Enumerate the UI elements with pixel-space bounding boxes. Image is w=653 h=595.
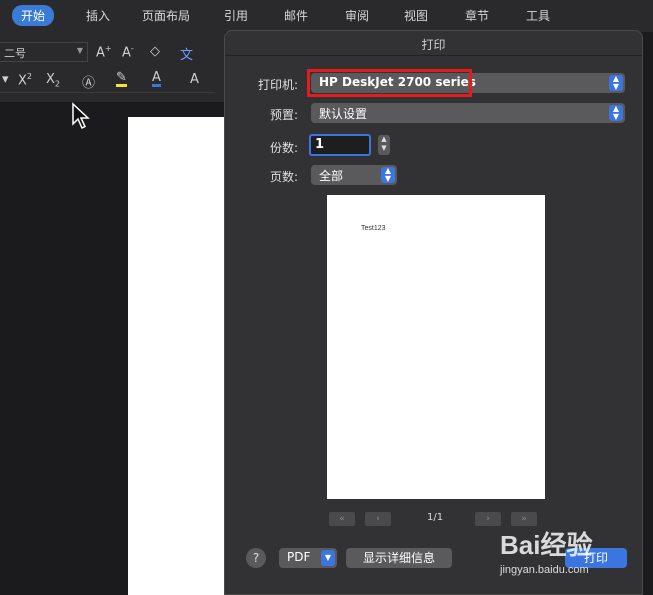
menu-item-page-layout[interactable]: 页面布局 [142,7,190,24]
print-preview: Test123 [327,195,545,499]
menu-item-sections[interactable]: 章节 [465,7,489,24]
menu-item-view[interactable]: 视图 [404,7,428,24]
baidu-watermark: Bai经验 jingyan.baidu.com [500,525,650,595]
menu-item-references[interactable]: 引用 [224,7,248,24]
first-page-button[interactable]: « [329,512,355,526]
copies-label: 份数: [269,141,298,155]
dialog-title: 打印 [421,38,446,52]
last-page-button[interactable]: » [511,512,537,526]
dialog-title-divider [225,55,642,56]
preset-label: 预置: [269,108,298,122]
menu-item-review[interactable]: 审阅 [345,7,369,24]
font-size-select[interactable]: 二号 ▼ [0,42,88,62]
printer-label: 打印机: [257,78,298,92]
font-shrink-icon[interactable]: A- [122,44,134,60]
superscript-icon[interactable]: X2 [18,72,32,88]
pages-value: 全部 [319,169,344,183]
menu-item-mail[interactable]: 邮件 [284,7,308,24]
menu-item-start[interactable]: 开始 [12,5,55,26]
preview-text: Test123 [361,225,386,232]
pages-select[interactable]: 全部 ▲ ▼ [311,165,397,185]
clear-format-icon[interactable]: ◇ [150,44,160,59]
show-details-button[interactable]: 显示详细信息 [346,548,452,568]
copies-stepper[interactable]: ▲ ▼ [378,135,390,155]
up-down-chevron-icon: ▲ ▼ [609,75,623,91]
help-button[interactable]: ? [246,548,266,568]
subscript-icon[interactable]: X2 [46,72,60,89]
next-page-button[interactable]: › [475,512,501,526]
mouse-cursor-icon [72,102,90,130]
preset-value: 默认设置 [319,107,368,121]
pdf-menu-button[interactable]: PDF ▼ [279,548,337,568]
watermark-url: jingyan.baidu.com [500,564,589,576]
printer-highlight-box [307,69,472,97]
prev-page-button[interactable]: ‹ [365,512,391,526]
dropdown-arrow-icon[interactable]: ▾ [2,72,9,87]
font-grow-icon[interactable]: A+ [96,44,112,60]
formatting-toolbar: 二号 ▼ A+ A- ◇ 文 ▾ X2 X2 Ⓐ ✎ A A [0,32,225,102]
font-color-icon[interactable]: A [152,71,161,87]
highlight-icon[interactable]: ✎ [116,71,127,87]
pinyin-icon[interactable]: 文 [180,44,193,63]
ribbon-menubar: 开始 插入 页面布局 引用 邮件 审阅 视图 章节 工具 [0,0,653,32]
pdf-label: PDF [287,550,311,564]
menu-item-insert[interactable]: 插入 [86,7,110,24]
up-down-chevron-icon: ▲ ▼ [381,167,395,183]
chevron-down-icon: ▼ [76,46,83,55]
up-down-chevron-icon: ▲ ▼ [609,105,623,121]
print-dialog: 打印 打印机: HP DeskJet 2700 series ▲ ▼ 预置: 默认… [224,30,643,595]
char-border-icon[interactable]: A [190,72,199,87]
watermark-logo: Bai经验 [500,530,593,560]
toolbar-divider [0,92,215,93]
document-page[interactable] [128,117,228,595]
font-size-value: 二号 [4,47,26,60]
chevron-down-icon: ▼ [321,550,335,566]
copies-input[interactable]: 1 [309,134,371,156]
page-indicator: 1/1 [427,512,444,523]
pages-label: 页数: [269,170,298,184]
menu-item-tools[interactable]: 工具 [526,7,550,24]
preset-select[interactable]: 默认设置 ▲ ▼ [311,103,625,123]
text-effect-icon[interactable]: Ⓐ [82,72,95,91]
